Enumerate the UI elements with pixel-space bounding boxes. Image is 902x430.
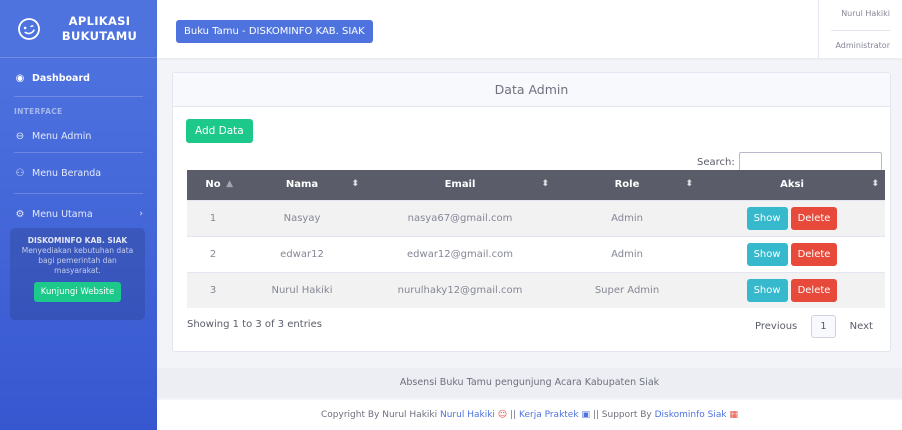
- data-admin-card: Data Admin Add Data Search: No ▲ Nama ⬍ Em…: [172, 72, 891, 352]
- column-header-label: Role: [614, 179, 640, 191]
- search-label: Search:: [697, 156, 735, 168]
- author-link[interactable]: Nurul Hakiki: [440, 410, 495, 420]
- sidebar-item-label: Menu Admin: [32, 130, 92, 142]
- cell-email: nasya67@gmail.com: [365, 199, 555, 236]
- user-dropdown[interactable]: Nurul Hakiki Administrator: [818, 0, 902, 58]
- table-header-row: No ▲ Nama ⬍ Email ⬍ Role ⬍ Aksi ⬍: [187, 170, 885, 200]
- promo-text: Menyediakan kebutuhan data bagi pemerint…: [21, 246, 134, 275]
- tachometer-icon: ◉: [15, 72, 25, 84]
- copyright-text: Copyright By Nurul Hakiki: [321, 410, 438, 420]
- cell-role: Admin: [555, 235, 699, 272]
- column-header-label: Nama: [285, 179, 319, 191]
- cell-nama: Nurul Hakiki: [239, 271, 365, 308]
- sidebar-promo-card: DISKOMINFO KAB. SIAK Menyediakan kebutuh…: [10, 228, 145, 320]
- table-row: 1 Nasyay nasya67@gmail.com Admin Show Del…: [187, 199, 885, 236]
- previous-page-button[interactable]: Previous: [747, 315, 805, 338]
- sort-icon: ⬍: [685, 179, 693, 189]
- user-role: Administrator: [835, 41, 890, 50]
- pagination: Previous 1 Next: [747, 315, 881, 338]
- sidebar-heading: INTERFACE: [14, 107, 63, 116]
- diskominfo-link[interactable]: Diskominfo Siak: [655, 410, 727, 420]
- table-search: Search:: [697, 152, 882, 172]
- sidebar-item-menu-admin[interactable]: ⊖ Menu Admin: [0, 120, 157, 152]
- visit-website-button[interactable]: Kunjungi Website: [33, 282, 122, 302]
- cell-nama: Nasyay: [239, 199, 365, 236]
- sidebar-brand[interactable]: APLIKASI BUKUTAMU: [0, 0, 157, 58]
- chevron-right-icon: ›: [139, 209, 143, 219]
- column-header-email[interactable]: Email ⬍: [365, 170, 555, 200]
- column-header-label: Aksi: [780, 179, 804, 191]
- sidebar-item-dashboard[interactable]: ◉ Dashboard: [0, 60, 157, 96]
- cell-role: Admin: [555, 199, 699, 236]
- delete-button[interactable]: Delete: [790, 278, 838, 302]
- add-data-button[interactable]: Add Data: [186, 119, 253, 143]
- sort-icon: ⬍: [871, 179, 879, 189]
- support-text: Support By: [601, 410, 652, 420]
- footer-separator: ||: [510, 410, 517, 420]
- footer-copyright: Copyright By Nurul Hakiki Nurul Hakiki ☺…: [157, 400, 902, 430]
- show-button[interactable]: Show: [746, 206, 788, 230]
- page-1-button[interactable]: 1: [811, 315, 836, 338]
- show-button[interactable]: Show: [746, 278, 788, 302]
- table-row: 3 Nurul Hakiki nurulhaky12@gmail.com Sup…: [187, 271, 885, 308]
- admin-table: No ▲ Nama ⬍ Email ⬍ Role ⬍ Aksi ⬍ 1 Nasyay na…: [187, 170, 885, 308]
- cog-icon: ⚙: [15, 208, 25, 220]
- sidebar-item-label: Menu Beranda: [32, 167, 102, 179]
- cell-no: 3: [187, 271, 239, 308]
- cell-aksi: Show Delete: [699, 235, 885, 272]
- sort-icon: ⬍: [351, 179, 359, 189]
- smile-icon: ☺: [497, 410, 508, 420]
- sidebar-item-label: Dashboard: [32, 72, 90, 84]
- user-divider: [831, 30, 890, 31]
- user-icon: ⊖: [15, 130, 25, 142]
- sort-icon: ⬍: [541, 179, 549, 189]
- table-row: 2 edwar12 edwar12@gmail.com Admin Show De…: [187, 235, 885, 272]
- delete-button[interactable]: Delete: [790, 206, 838, 230]
- column-header-aksi[interactable]: Aksi ⬍: [699, 170, 885, 200]
- promo-title: DISKOMINFO KAB. SIAK: [27, 236, 128, 245]
- cell-email: edwar12@gmail.com: [365, 235, 555, 272]
- cell-no: 1: [187, 199, 239, 236]
- laugh-wink-icon: [18, 17, 40, 40]
- column-header-label: Email: [444, 179, 476, 191]
- delete-button[interactable]: Delete: [790, 242, 838, 266]
- search-input[interactable]: [738, 152, 882, 172]
- card-title: Data Admin: [173, 73, 890, 107]
- building-icon: ▦: [729, 410, 738, 420]
- cell-nama: edwar12: [239, 235, 365, 272]
- brand-title: APLIKASI BUKUTAMU: [42, 14, 157, 44]
- footer-separator: ||: [592, 410, 599, 420]
- cell-no: 2: [187, 235, 239, 272]
- kerja-praktek-link[interactable]: Kerja Praktek: [519, 410, 579, 420]
- users-icon: ⚇: [15, 167, 25, 179]
- user-name: Nurul Hakiki: [841, 9, 890, 18]
- cell-aksi: Show Delete: [699, 199, 885, 236]
- topbar: Buku Tamu - DISKOMINFO KAB. SIAK Nurul H…: [157, 0, 902, 58]
- sidebar-item-menu-beranda[interactable]: ⚇ Menu Beranda: [0, 153, 157, 193]
- footer-caption: Absensi Buku Tamu pengunjung Acara Kabup…: [157, 368, 902, 398]
- column-header-role[interactable]: Role ⬍: [555, 170, 699, 200]
- app-title-button[interactable]: Buku Tamu - DISKOMINFO KAB. SIAK: [176, 20, 373, 43]
- cell-email: nurulhaky12@gmail.com: [365, 271, 555, 308]
- sidebar-item-label: Menu Utama: [32, 208, 93, 220]
- sidebar: APLIKASI BUKUTAMU ◉ Dashboard INTERFACE …: [0, 0, 157, 430]
- table-info: Showing 1 to 3 of 3 entries: [187, 319, 322, 330]
- cell-aksi: Show Delete: [699, 271, 885, 308]
- cell-role: Super Admin: [555, 271, 699, 308]
- brand-line-1: APLIKASI: [68, 13, 131, 28]
- column-header-no[interactable]: No ▲: [187, 170, 239, 200]
- laptop-icon: ▣: [581, 410, 590, 420]
- column-header-label: No: [205, 179, 221, 191]
- show-button[interactable]: Show: [746, 242, 788, 266]
- brand-line-2: BUKUTAMU: [61, 28, 138, 43]
- sort-asc-icon: ▲: [226, 179, 233, 189]
- next-page-button[interactable]: Next: [842, 315, 881, 338]
- column-header-nama[interactable]: Nama ⬍: [239, 170, 365, 200]
